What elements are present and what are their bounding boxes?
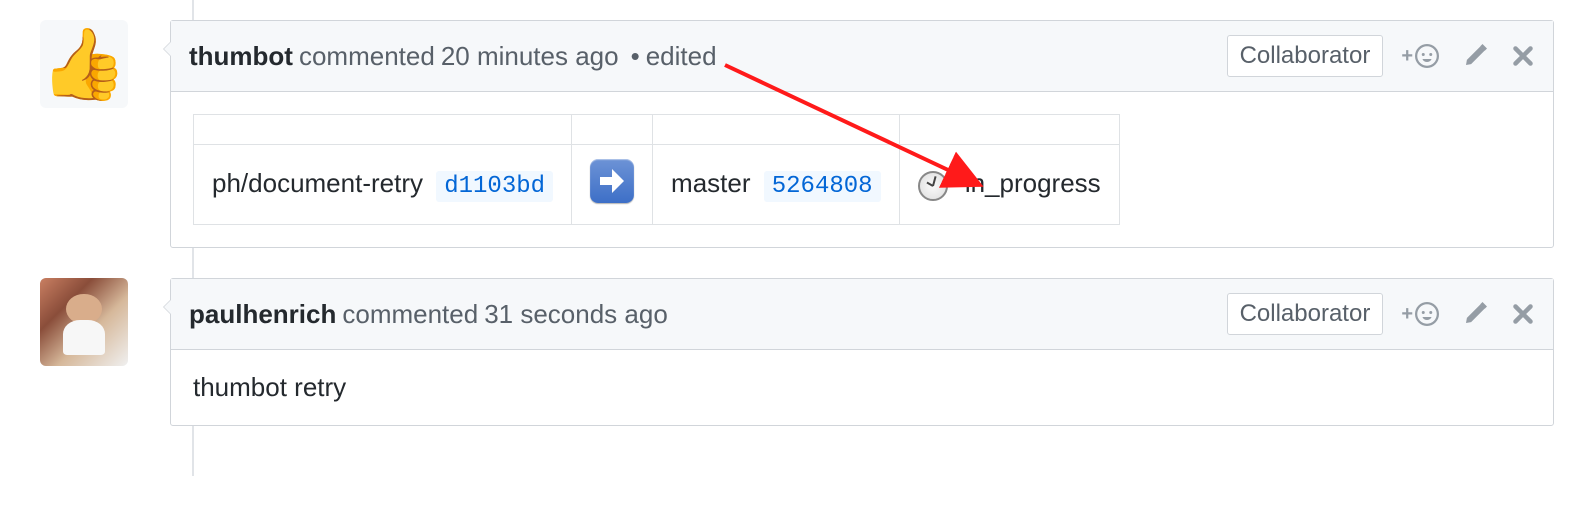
- target-cell: master 5264808: [653, 145, 900, 225]
- avatar[interactable]: 👍: [40, 20, 128, 108]
- clock-icon: [918, 171, 948, 201]
- comment-header: thumbot commented 20 minutes ago • edite…: [171, 21, 1553, 92]
- close-icon: [1511, 44, 1535, 68]
- close-button[interactable]: [1511, 302, 1535, 326]
- emoji-icon: [1415, 44, 1439, 68]
- source-cell: ph/document-retry d1103bd: [194, 145, 572, 225]
- edit-button[interactable]: [1463, 302, 1487, 326]
- emoji-icon: [1415, 302, 1439, 326]
- comment-body: ph/document-retry d1103bd master 5264808: [171, 92, 1553, 247]
- target-sha[interactable]: 5264808: [764, 171, 881, 202]
- comment-bubble: thumbot commented 20 minutes ago • edite…: [170, 20, 1554, 248]
- comment-actions: +: [1401, 44, 1535, 68]
- comment-time[interactable]: 20 minutes ago: [441, 41, 619, 72]
- comment-body: thumbot retry: [171, 350, 1553, 425]
- comment-header: paulhenrich commented 31 seconds ago Col…: [171, 279, 1553, 350]
- thumbsup-icon: 👍: [40, 29, 127, 99]
- plus-icon: +: [1401, 303, 1413, 326]
- arrow-cell: [572, 145, 653, 225]
- add-reaction-button[interactable]: +: [1401, 302, 1439, 326]
- edit-button[interactable]: [1463, 44, 1487, 68]
- close-icon: [1511, 302, 1535, 326]
- comment-author[interactable]: thumbot: [189, 41, 293, 72]
- comment-text: thumbot retry: [193, 372, 346, 402]
- avatar[interactable]: [40, 278, 128, 366]
- source-branch: ph/document-retry: [212, 168, 423, 198]
- source-sha[interactable]: d1103bd: [436, 171, 553, 202]
- plus-icon: +: [1401, 45, 1413, 68]
- status-text: in_progress: [965, 168, 1101, 198]
- comment-action: commented: [299, 41, 435, 72]
- comment-actions: +: [1401, 302, 1535, 326]
- table-row: ph/document-retry d1103bd master 5264808: [194, 145, 1120, 225]
- status-cell: in_progress: [899, 145, 1119, 225]
- arrow-right-icon: [590, 159, 634, 203]
- comment-bubble: paulhenrich commented 31 seconds ago Col…: [170, 278, 1554, 426]
- collaborator-badge: Collaborator: [1227, 35, 1384, 77]
- build-status-table: ph/document-retry d1103bd master 5264808: [193, 114, 1120, 225]
- add-reaction-button[interactable]: +: [1401, 44, 1439, 68]
- comment-time[interactable]: 31 seconds ago: [484, 299, 668, 330]
- avatar-column: 👍: [40, 20, 170, 248]
- pencil-icon: [1463, 44, 1487, 68]
- comment: 👍 thumbot commented 20 minutes ago • edi…: [40, 20, 1554, 248]
- close-button[interactable]: [1511, 44, 1535, 68]
- avatar-column: [40, 278, 170, 426]
- collaborator-badge: Collaborator: [1227, 293, 1384, 335]
- comment: paulhenrich commented 31 seconds ago Col…: [40, 278, 1554, 426]
- comment-author[interactable]: paulhenrich: [189, 299, 336, 330]
- comment-action: commented: [342, 299, 478, 330]
- dot-separator: •: [631, 41, 640, 72]
- edited-label[interactable]: edited: [646, 41, 717, 72]
- pencil-icon: [1463, 302, 1487, 326]
- target-branch: master: [671, 168, 750, 198]
- user-photo: [40, 278, 128, 366]
